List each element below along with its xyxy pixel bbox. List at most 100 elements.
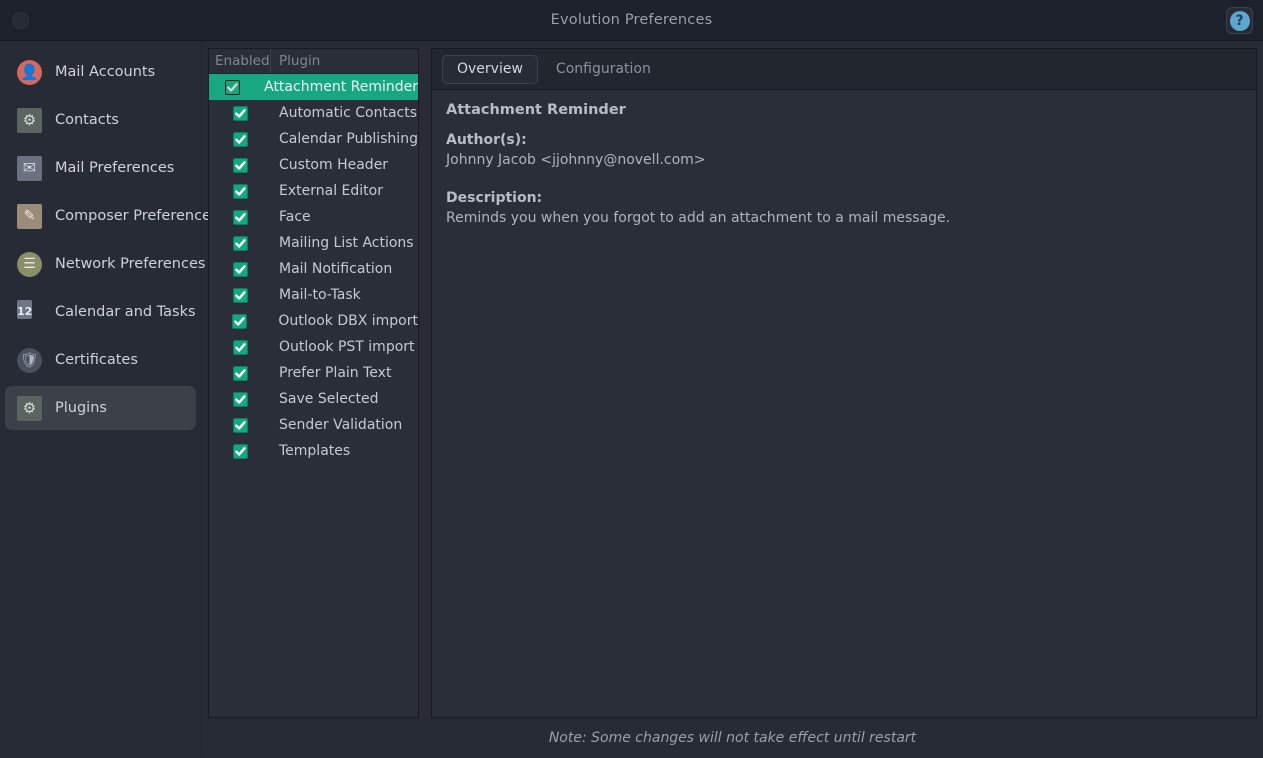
checkbox-checked-icon[interactable] [232,391,248,407]
plugin-row[interactable]: Attachment Reminder [209,74,418,100]
checkbox-checked-icon[interactable] [232,287,248,303]
plugin-enabled-cell[interactable] [209,261,271,277]
checkbox-checked-icon[interactable] [232,209,248,225]
tab-configuration[interactable]: Configuration [542,55,665,84]
plugin-name-label: Calendar Publishing [279,131,418,147]
plugin-row[interactable]: Mail-to-Task [209,282,418,308]
plugin-enabled-cell[interactable] [209,417,271,433]
plugin-name-label: Custom Header [279,157,389,173]
plugin-enabled-cell[interactable] [209,313,270,329]
plugin-row[interactable]: Custom Header [209,152,418,178]
plugin-enabled-cell[interactable] [209,443,271,459]
sidebar-item-mail-accounts[interactable]: 👤 Mail Accounts [5,50,196,94]
plugin-enabled-cell[interactable] [209,105,271,121]
restart-note: Note: Some changes will not take effect … [548,730,917,746]
plugin-name-label: External Editor [279,183,383,199]
titlebar: Evolution Preferences ? [0,0,1263,41]
plugin-enabled-cell[interactable] [209,79,256,95]
plugin-row[interactable]: Automatic Contacts [209,100,418,126]
checkbox-checked-icon[interactable] [232,365,248,381]
description-label: Description: [446,190,543,206]
plugin-row[interactable]: Templates [209,438,418,464]
sidebar-item-mail-preferences[interactable]: ✉ Mail Preferences [5,146,196,190]
plugin-row[interactable]: Outlook PST import [209,334,418,360]
plugin-enabled-cell[interactable] [209,209,271,225]
sidebar-item-label: Composer Preferences [55,208,219,224]
mail-accounts-icon: 👤 [17,59,42,85]
plugin-name-label: Outlook PST import [279,339,415,355]
plugin-name-label: Mailing List Actions [279,235,414,251]
plugin-name-label: Sender Validation [279,417,403,433]
overview-panel: Attachment Reminder Author(s): Johnny Ja… [431,89,1257,718]
checkbox-checked-icon[interactable] [232,105,248,121]
plugin-name-label: Outlook DBX import [278,313,418,329]
checkbox-checked-icon[interactable] [232,235,248,251]
plugin-enabled-cell[interactable] [209,287,271,303]
plugin-name-label: Attachment Reminder [264,79,418,95]
plugin-row[interactable]: Save Selected [209,386,418,412]
sidebar-item-composer-preferences[interactable]: ✎ Composer Preferences [5,194,219,238]
checkbox-checked-icon[interactable] [232,157,248,173]
plugin-row[interactable]: Outlook DBX import [209,308,418,334]
plugin-row[interactable]: Face [209,204,418,230]
plugin-enabled-cell[interactable] [209,131,271,147]
composer-pencil-icon: ✎ [17,203,42,229]
column-header-plugin[interactable]: Plugin [271,49,418,73]
sidebar-item-label: Mail Accounts [55,64,156,80]
checkbox-checked-icon[interactable] [232,183,248,199]
plugin-name-label: Mail-to-Task [279,287,361,303]
plugins-gear-icon: ⚙ [17,395,42,421]
checkbox-checked-icon[interactable] [232,339,248,355]
help-question-icon: ? [1229,10,1250,31]
checkbox-checked-icon[interactable] [225,79,241,95]
sidebar-item-plugins[interactable]: ⚙ Plugins [5,386,196,430]
plugin-row[interactable]: Prefer Plain Text [209,360,418,386]
sidebar-item-label: Plugins [55,400,107,416]
authors-label: Author(s): [446,132,527,148]
plugin-name-label: Face [279,209,311,225]
plugin-row[interactable]: Mail Notification [209,256,418,282]
plugin-enabled-cell[interactable] [209,235,271,251]
plugin-detail-title: Attachment Reminder [446,102,626,118]
sidebar-item-certificates[interactable]: 🛡 Certificates [5,338,196,382]
calendar-day-label: 12 [17,304,33,318]
plugin-row[interactable]: Mailing List Actions [209,230,418,256]
checkbox-checked-icon[interactable] [232,313,248,329]
sidebar-item-network-preferences[interactable]: ☰ Network Preferences [5,242,205,286]
footer: Note: Some changes will not take effect … [202,718,1263,758]
detail-tabs: Overview Configuration [431,48,1257,89]
plugin-row[interactable]: Calendar Publishing [209,126,418,152]
sidebar-item-label: Calendar and Tasks [55,304,196,320]
sidebar-item-label: Certificates [55,352,138,368]
plugin-enabled-cell[interactable] [209,391,271,407]
mail-preferences-envelope-icon: ✉ [17,155,42,181]
sidebar-item-calendar-and-tasks[interactable]: 12 Calendar and Tasks [5,290,196,334]
sidebar-item-label: Network Preferences [55,256,206,272]
page-title: Evolution Preferences [550,12,713,28]
plugin-name-label: Prefer Plain Text [279,365,392,381]
tab-overview[interactable]: Overview [442,54,538,84]
sidebar: 👤 Mail Accounts ⚙ Contacts ✉ Mail Prefer… [0,41,219,755]
calendar-icon: 12 [17,299,42,325]
plugin-list[interactable]: Enabled Plugin Attachment Reminder Automa… [208,48,419,718]
checkbox-checked-icon[interactable] [232,131,248,147]
plugin-row[interactable]: External Editor [209,178,418,204]
help-button[interactable]: ? [1226,7,1253,34]
checkbox-checked-icon[interactable] [232,261,248,277]
checkbox-checked-icon[interactable] [232,417,248,433]
plugin-name-label: Automatic Contacts [279,105,418,121]
contacts-gear-icon: ⚙ [17,107,42,133]
plugin-name-label: Templates [279,443,351,459]
sidebar-item-contacts[interactable]: ⚙ Contacts [5,98,196,142]
plugin-enabled-cell[interactable] [209,183,271,199]
column-header-enabled[interactable]: Enabled [209,49,271,73]
certificates-shield-icon: 🛡 [17,347,42,373]
description-value: Reminds you when you forgot to add an at… [446,210,951,226]
checkbox-checked-icon[interactable] [232,443,248,459]
plugin-row[interactable]: Sender Validation [209,412,418,438]
plugin-enabled-cell[interactable] [209,339,271,355]
plugin-name-label: Save Selected [279,391,379,407]
plugin-enabled-cell[interactable] [209,157,271,173]
plugin-enabled-cell[interactable] [209,365,271,381]
